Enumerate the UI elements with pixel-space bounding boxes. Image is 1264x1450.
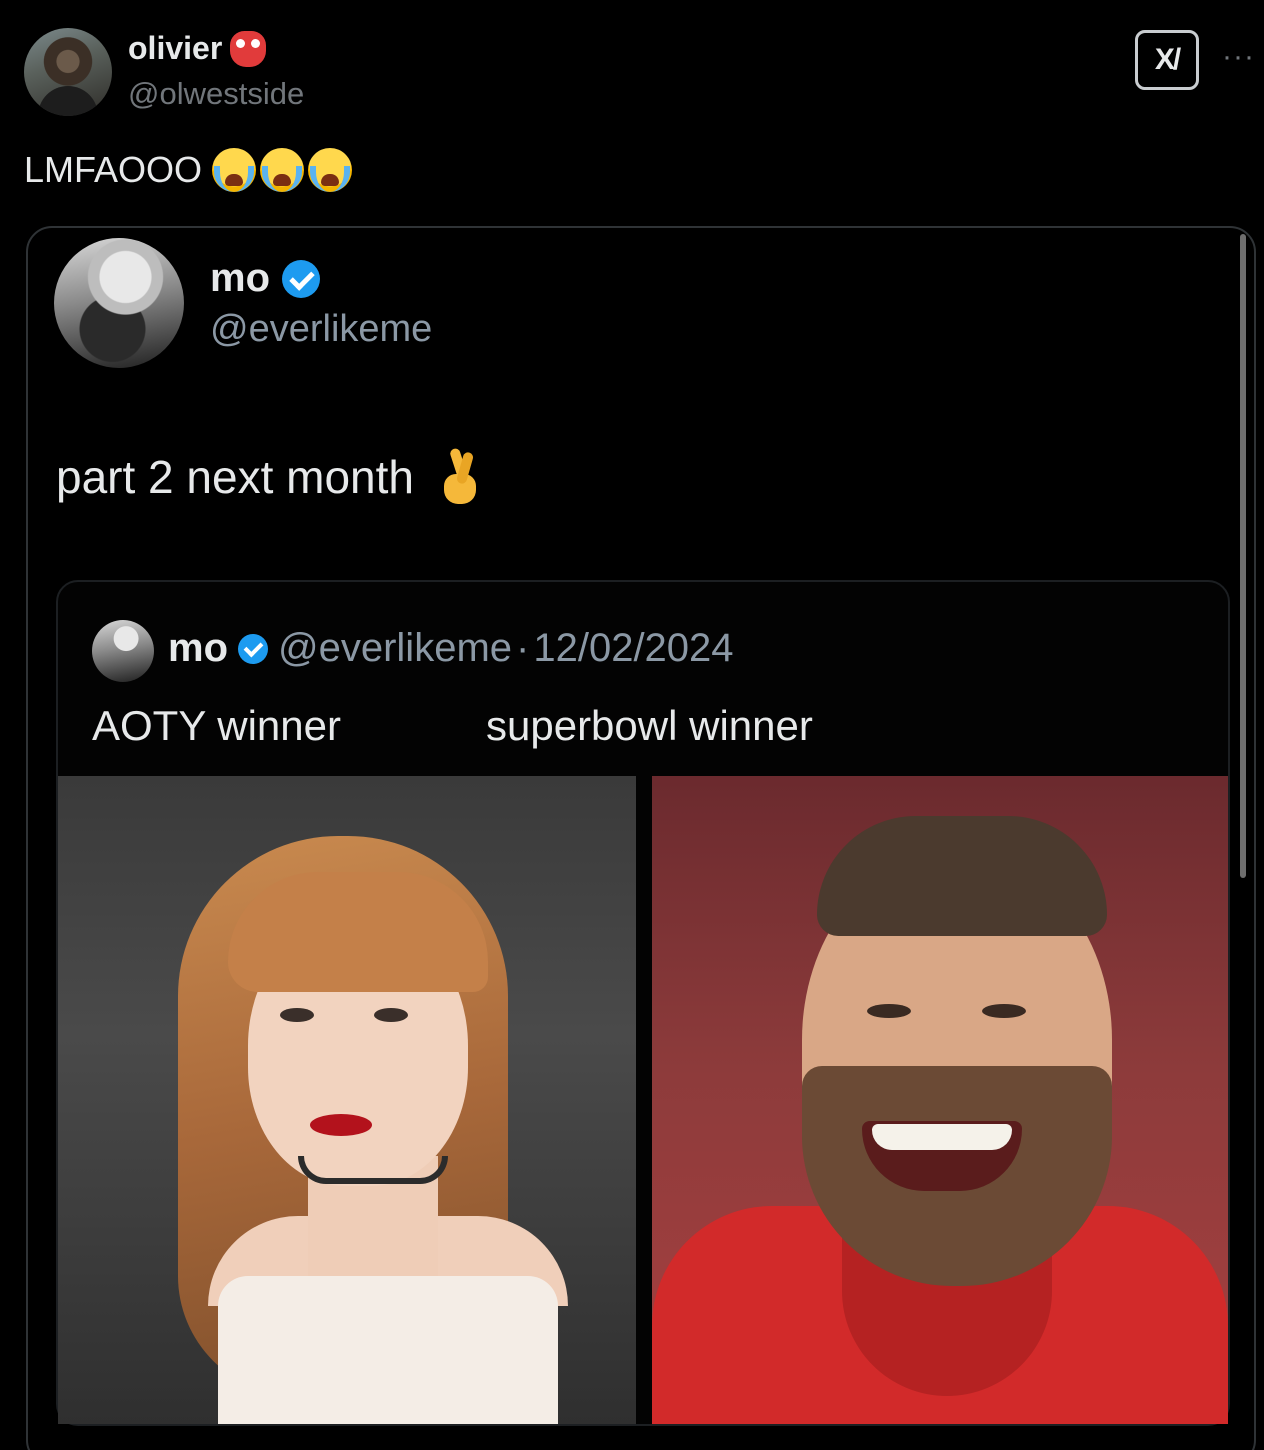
author-name-row[interactable]: olivier — [128, 30, 267, 67]
label-right: superbowl winner — [486, 702, 813, 749]
crying-face-icon — [308, 148, 353, 192]
bangs — [228, 872, 488, 992]
avatar-shirt — [38, 86, 98, 116]
nested-meta-row: mo @everlikeme · 12/02/2024 — [168, 626, 734, 671]
quoted-author-handle[interactable]: @everlikeme — [210, 308, 432, 351]
eye — [280, 1008, 314, 1022]
quoted-author-name[interactable]: mo — [210, 256, 270, 301]
crying-face-icon — [260, 148, 305, 192]
grok-label: X/ — [1154, 43, 1181, 76]
author-name[interactable]: olivier — [128, 30, 222, 67]
tweet-page: olivier @olwestside X/ ··· LMFAOOO mo @e… — [0, 0, 1264, 1450]
author-handle[interactable]: @olwestside — [128, 76, 304, 112]
photo-right[interactable] — [652, 776, 1228, 1424]
scrollbar[interactable] — [1240, 234, 1246, 878]
nested-author-avatar[interactable] — [92, 620, 154, 682]
hair — [817, 816, 1107, 936]
crying-face-icon — [212, 148, 257, 192]
meta-separator: · — [516, 626, 530, 670]
nested-author-name[interactable]: mo — [168, 626, 228, 671]
photo-left[interactable] — [58, 776, 636, 1424]
nested-author-handle[interactable]: @everlikeme — [278, 626, 512, 671]
more-options-icon[interactable]: ··· — [1222, 40, 1255, 74]
eye — [982, 1004, 1026, 1018]
eye — [867, 1004, 911, 1018]
verified-badge-icon — [282, 259, 320, 298]
quoted-tweet-text-row: part 2 next month — [56, 447, 480, 506]
label-left: AOTY winner — [92, 702, 341, 749]
eye — [374, 1008, 408, 1022]
grok-icon[interactable]: X/ — [1135, 30, 1199, 90]
tweet-text: LMFAOOO — [24, 149, 203, 190]
quoted-author-avatar[interactable] — [54, 238, 184, 368]
author-avatar[interactable] — [24, 28, 112, 116]
teeth — [872, 1124, 1012, 1150]
nested-date[interactable]: 12/02/2024 — [533, 626, 733, 671]
quoted-author-name-row[interactable]: mo — [210, 256, 320, 301]
necklace — [298, 1156, 448, 1184]
quoted-tweet-text: part 2 next month — [56, 451, 414, 503]
dress — [218, 1276, 558, 1424]
goblin-emoji-icon — [230, 30, 267, 67]
crossed-fingers-icon — [440, 447, 480, 506]
lips — [310, 1114, 372, 1136]
verified-badge-icon — [238, 633, 268, 664]
tweet-text-row: LMFAOOO — [24, 148, 353, 192]
